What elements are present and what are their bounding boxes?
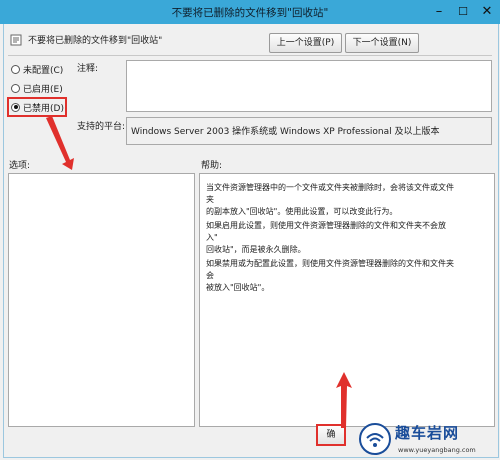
maximize-icon[interactable]: ☐	[452, 3, 474, 21]
radio-not-configured[interactable]: 未配置(C)	[11, 62, 63, 76]
window-title: 不要将已删除的文件移到"回收站"	[171, 7, 329, 19]
help-paragraph: 当文件资源管理器中的一个文件或文件夹被删除时，会将该文件或文件夹 的副本放入"回收…	[206, 183, 454, 216]
help-paragraph: 如果禁用或为配置此设置，则使用文件资源管理器删除的文件和文件夹会 被放入"回收站"…	[206, 259, 454, 292]
options-panel	[8, 173, 195, 427]
title-bar: 不要将已删除的文件移到"回收站" – ☐ ✕	[0, 0, 500, 24]
help-label: 帮助:	[201, 161, 223, 171]
annotation-arrow-icon	[336, 372, 352, 428]
close-icon[interactable]: ✕	[476, 3, 498, 21]
help-paragraph: 如果启用此设置，则使用文件资源管理器删除的文件和文件夹不会放入" 回收站"，而是被…	[206, 221, 446, 254]
policy-name: 不要将已删除的文件移到"回收站"	[28, 36, 163, 46]
policy-setting-icon	[10, 34, 22, 46]
minimize-icon[interactable]: –	[428, 3, 450, 21]
supported-platform-value: Windows Server 2003 操作系统或 Windows XP Pro…	[131, 127, 440, 137]
watermark-url: www.yueyangbang.com	[398, 446, 476, 454]
watermark-text: 趣车岩网	[395, 424, 460, 442]
radio-label: 已启用(E)	[23, 84, 63, 95]
options-label: 选项:	[9, 161, 31, 171]
site-watermark: 趣车岩网 www.yueyangbang.com	[356, 420, 498, 458]
radio-button[interactable]	[11, 64, 20, 74]
supported-platform-label: 支持的平台:	[77, 122, 126, 132]
radio-enabled[interactable]: 已启用(E)	[11, 81, 63, 95]
next-setting-button[interactable]: 下一个设置(N)	[345, 33, 419, 53]
radio-button[interactable]	[11, 83, 20, 93]
comment-textarea[interactable]	[126, 60, 492, 112]
radio-label: 未配置(C)	[23, 65, 64, 76]
wifi-logo-icon	[359, 423, 391, 455]
supported-platform-field: Windows Server 2003 操作系统或 Windows XP Pro…	[126, 117, 492, 145]
previous-setting-button[interactable]: 上一个设置(P)	[269, 33, 342, 53]
comment-label: 注释:	[77, 64, 99, 74]
header-divider	[8, 55, 492, 56]
annotation-arrow-icon	[46, 116, 74, 170]
